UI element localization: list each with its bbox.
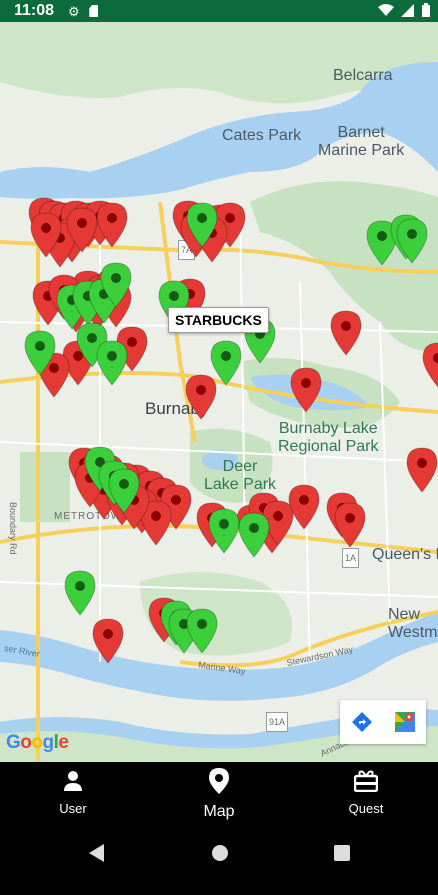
marker-red[interactable] bbox=[330, 310, 362, 356]
marker-red[interactable] bbox=[406, 447, 438, 493]
map-pin-icon bbox=[209, 768, 229, 794]
gear-icon: ⚙ bbox=[68, 4, 80, 19]
status-time: 11:08 bbox=[14, 2, 55, 19]
recents-button[interactable] bbox=[333, 844, 351, 867]
marker-green[interactable] bbox=[100, 262, 132, 308]
marker-green[interactable] bbox=[96, 340, 128, 386]
nav-quest-label: Quest bbox=[348, 801, 384, 816]
marker-red[interactable] bbox=[66, 207, 98, 253]
map-label-new-westminster: New Westminste bbox=[388, 606, 438, 641]
bottom-nav: User Map Quest bbox=[0, 762, 438, 828]
map-label-boundary-rd: Boundary Rd bbox=[8, 502, 18, 555]
wifi-icon bbox=[377, 4, 402, 20]
map-label-queens-park: Queen's P bbox=[372, 546, 438, 563]
marker-green[interactable] bbox=[208, 508, 240, 554]
system-nav-bar bbox=[0, 828, 438, 895]
nav-map-label: Map bbox=[203, 803, 235, 820]
sd-card-icon bbox=[89, 5, 99, 17]
user-icon bbox=[64, 771, 82, 791]
map-view[interactable]: Belcarra Cates Park Barnet Marine Park B… bbox=[0, 22, 438, 762]
map-label-cates-park: Cates Park bbox=[222, 127, 302, 144]
marker-green[interactable] bbox=[186, 202, 218, 248]
map-label-belcarra: Belcarra bbox=[333, 67, 393, 84]
nav-map[interactable]: Map bbox=[174, 768, 264, 821]
marker-red[interactable] bbox=[96, 202, 128, 248]
home-icon bbox=[212, 845, 228, 861]
marker-red[interactable] bbox=[290, 367, 322, 413]
map-toolbar bbox=[340, 700, 426, 744]
marker-red[interactable] bbox=[30, 212, 62, 258]
status-right-icons bbox=[377, 3, 430, 20]
directions-button[interactable] bbox=[340, 700, 383, 744]
marker-green[interactable] bbox=[64, 570, 96, 616]
status-left-icons: ⚙ bbox=[68, 4, 99, 20]
recents-icon bbox=[334, 845, 350, 861]
back-icon bbox=[89, 844, 104, 862]
map-label-deer-lake: Deer Lake Park bbox=[204, 458, 277, 493]
battery-icon bbox=[422, 3, 430, 20]
marker-red[interactable] bbox=[334, 502, 366, 548]
marker-red[interactable] bbox=[422, 342, 438, 388]
status-bar: 11:08 ⚙ bbox=[0, 0, 438, 22]
open-in-maps-button[interactable] bbox=[383, 700, 426, 744]
marker-green[interactable] bbox=[108, 468, 140, 514]
map-label-burnaby-lake: Burnaby Lake Regional Park bbox=[278, 420, 379, 455]
marker-green[interactable] bbox=[210, 340, 242, 386]
directions-icon bbox=[351, 712, 372, 732]
nav-user[interactable]: User bbox=[28, 770, 118, 816]
quest-icon bbox=[353, 770, 379, 793]
place-tooltip[interactable]: STARBUCKS bbox=[168, 307, 269, 333]
signal-icon bbox=[401, 4, 422, 20]
marker-green[interactable] bbox=[186, 608, 218, 654]
marker-red[interactable] bbox=[92, 618, 124, 664]
google-attribution: Google bbox=[6, 732, 69, 753]
home-button[interactable] bbox=[211, 844, 229, 867]
google-maps-icon bbox=[394, 712, 415, 732]
marker-green[interactable] bbox=[24, 330, 56, 376]
nav-user-label: User bbox=[59, 801, 87, 816]
nav-quest[interactable]: Quest bbox=[321, 770, 411, 816]
map-label-hwy-1a: 1A bbox=[342, 548, 360, 568]
map-label-hwy-91a: 91A bbox=[266, 712, 289, 732]
marker-green[interactable] bbox=[238, 512, 270, 558]
back-button[interactable] bbox=[88, 844, 106, 867]
marker-green[interactable] bbox=[396, 218, 428, 264]
map-label-barnet-marine-park: Barnet Marine Park bbox=[318, 124, 405, 159]
